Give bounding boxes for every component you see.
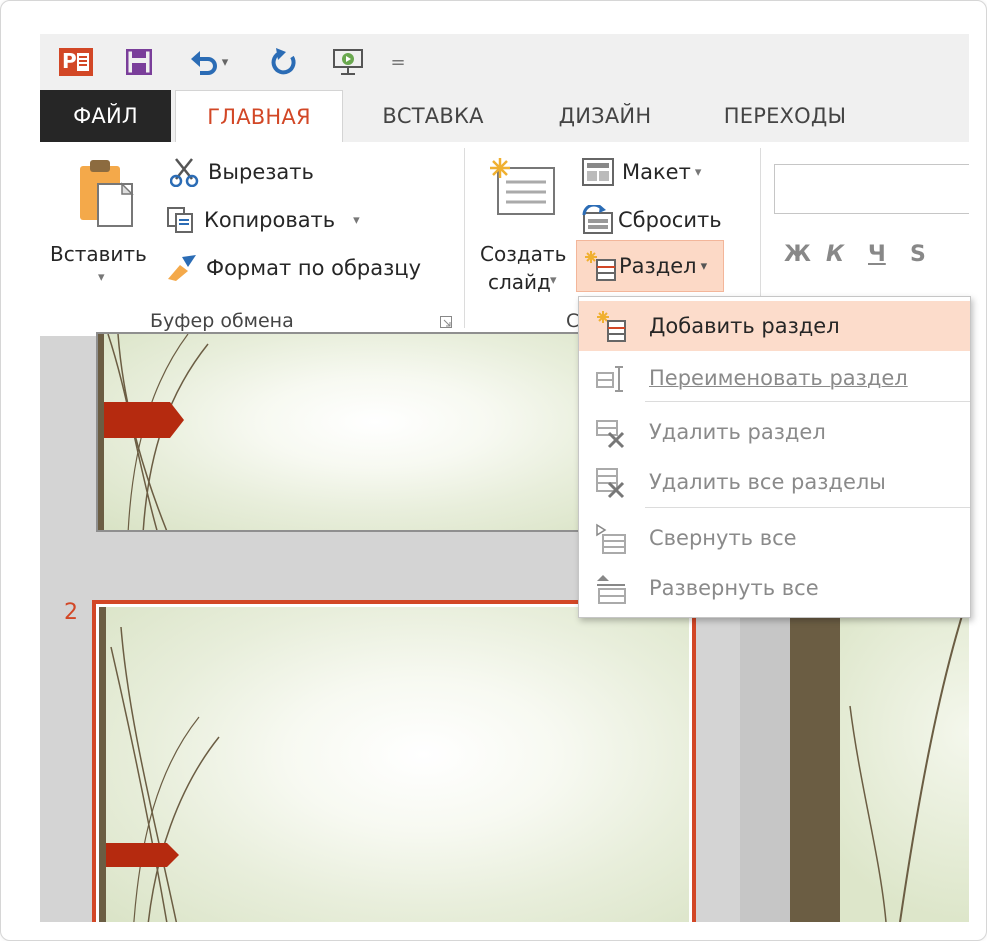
tab-home[interactable]: ГЛАВНАЯ [175,90,343,143]
layout-label: Макет [622,160,691,184]
menu-item-label: Развернуть все [649,576,819,600]
slide-thumbnail-2 [99,607,689,922]
section-dropdown-caret: ▾ [700,258,708,274]
reset-icon [582,205,613,234]
paste-icon [80,160,134,227]
cut-label: Вырезать [208,160,314,184]
delete-section-icon [596,420,625,449]
reset-label: Сбросить [618,208,722,232]
new-slide-dropdown-caret[interactable]: ▾ [550,273,557,288]
section-icon [585,251,616,281]
slide-decoration [790,606,966,922]
slide-decoration [99,607,220,922]
menu-item-expand-all[interactable]: Развернуть все [579,563,970,613]
slide-thumbnail-1[interactable] [96,332,604,532]
layout-dropdown-caret[interactable]: ▾ [695,165,702,180]
customize-qat-icon[interactable]: = [386,48,410,76]
menu-item-delete-section[interactable]: Удалить раздел [579,407,970,457]
slide-number-2: 2 [64,600,78,625]
group-separator [464,148,465,328]
new-slide-button[interactable]: Создать слайд ▾ [476,152,574,302]
menu-item-label: Переименовать раздел [649,366,908,390]
new-slide-label-line1: Создать [480,242,567,266]
clipboard-group-label: Буфер обмена [150,310,294,332]
menu-item-label: Удалить раздел [649,420,826,444]
layout-icon [582,158,614,186]
tab-insert[interactable]: ВСТАВКА [358,90,508,142]
reset-button[interactable]: Сбросить [580,204,722,236]
add-section-icon [597,311,626,342]
tab-transitions[interactable]: ПЕРЕХОДЫ [700,90,870,142]
paste-button[interactable]: Вставить ▾ [46,152,156,302]
paintbrush-icon [168,255,196,281]
collapse-all-icon [596,523,626,554]
tab-file[interactable]: ФАЙЛ [40,90,171,142]
copy-icon [167,207,193,233]
scissors-icon [170,158,199,187]
start-slideshow-icon[interactable] [330,48,366,76]
font-name-box[interactable] [774,164,969,214]
rename-section-icon [596,366,623,392]
main-slide[interactable] [790,606,969,922]
format-painter-button[interactable]: Формат по образцу [166,252,421,284]
section-dropdown-menu: Добавить раздел Переименовать раздел Уда… [578,296,971,618]
menu-item-add-section[interactable]: Добавить раздел [579,301,970,351]
quick-access-toolbar: P ▾ = [40,34,969,90]
clipboard-dialog-launcher-icon[interactable] [440,316,452,328]
cut-button[interactable]: Вырезать [170,156,314,188]
menu-item-rename-section[interactable]: Переименовать раздел [579,353,970,403]
copy-label: Копировать [204,208,336,232]
save-icon[interactable] [124,48,154,76]
undo-dropdown-caret[interactable]: ▾ [222,55,229,70]
format-painter-label: Формат по образцу [206,256,422,280]
app-badge-letter: P [62,49,77,73]
copy-button[interactable]: Копировать ▾ [166,204,360,236]
powerpoint-app-icon: P [58,48,94,76]
new-slide-label-line2: слайд [488,270,551,294]
menu-item-collapse-all[interactable]: Свернуть все [579,513,970,563]
new-slide-icon [490,158,555,215]
redo-icon[interactable] [266,48,302,76]
underline-button[interactable]: Ч [868,242,886,267]
bold-button[interactable]: Ж [784,242,811,267]
expand-all-icon [597,575,626,604]
menu-item-label: Удалить все разделы [649,470,886,494]
paste-dropdown-caret: ▾ [98,270,105,285]
delete-all-sections-icon [596,468,625,499]
slide-thumbnail-2-selected[interactable] [92,600,696,922]
menu-separator [645,401,970,402]
menu-item-delete-all-sections[interactable]: Удалить все разделы [579,457,970,507]
slide-decoration [98,334,209,530]
layout-button[interactable]: Макет ▾ [582,156,701,188]
menu-separator [645,507,970,508]
copy-dropdown-caret[interactable]: ▾ [353,213,360,228]
menu-item-label: Свернуть все [649,526,797,550]
section-label: Раздел [619,254,697,278]
ribbon-tabs: ФАЙЛ ГЛАВНАЯ ВСТАВКА ДИЗАЙН ПЕРЕХОДЫ [40,90,969,143]
paste-label: Вставить [50,242,147,266]
tab-design[interactable]: ДИЗАЙН [530,90,680,142]
italic-button[interactable]: К [826,242,844,267]
menu-item-label: Добавить раздел [649,314,840,338]
section-button[interactable]: Раздел ▾ [576,240,724,292]
strikethrough-button[interactable]: S [910,242,926,267]
undo-icon[interactable]: ▾ [184,48,234,76]
